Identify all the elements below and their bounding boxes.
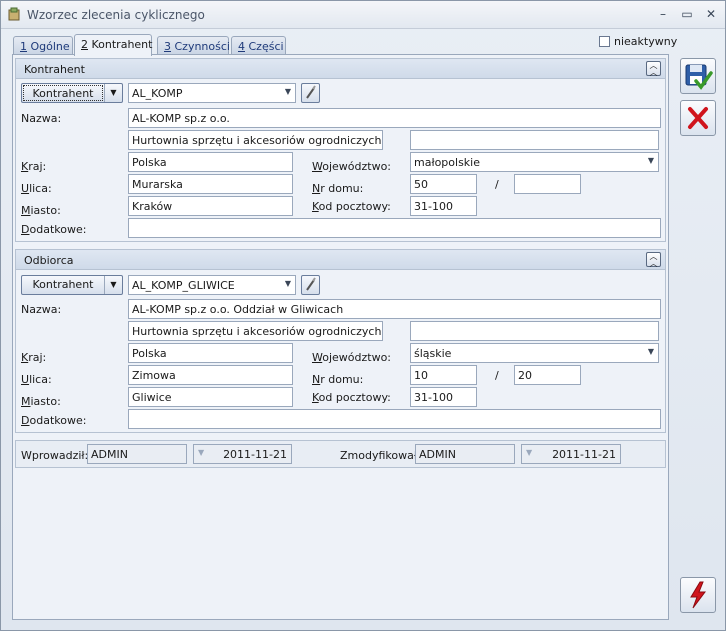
odbiorca-group: Odbiorca ︿ ︿ Kontrahent ▼ AL_KOMP_GLIWICE… <box>15 249 666 433</box>
odbiorca-kraj-field[interactable]: Polska <box>128 343 293 363</box>
nazwa2-field[interactable]: Hurtownia sprzętu i akcesoriów ogrodnicz… <box>128 130 383 150</box>
main-panel: Kontrahent ︿ ︿ Kontrahent ▼ AL_KOMP ▼ Nazw… <box>12 54 669 620</box>
modified-by-label: Zmodyfikował: <box>340 449 421 462</box>
cancel-icon <box>688 107 708 129</box>
kontrahent-select-label[interactable]: Kontrahent <box>23 85 103 101</box>
number-separator: / <box>495 178 499 191</box>
dodatkowe-field[interactable] <box>128 218 661 238</box>
entered-by-field: ADMIN <box>87 444 187 464</box>
tab-czesci[interactable]: 4 Części <box>231 36 286 55</box>
app-icon <box>8 7 20 21</box>
miasto-field[interactable]: Kraków <box>128 196 293 216</box>
entered-by-label: Wprowadził: <box>21 449 89 462</box>
chevron-down-icon: ▼ <box>284 279 291 288</box>
nr-domu-field[interactable]: 50 <box>410 174 477 194</box>
tab-ogolne[interactable]: 1 Ogólne <box>13 36 73 55</box>
odbiorca-select-label[interactable]: Kontrahent <box>23 277 103 293</box>
odbiorca-group-header: Odbiorca ︿ ︿ <box>16 250 665 270</box>
ulica-label: Ulica: <box>21 182 52 195</box>
kod-pocztowy-field[interactable]: 31-100 <box>410 196 477 216</box>
pencil-icon <box>306 277 316 291</box>
dodatkowe-label: Dodatkowe: <box>21 414 87 427</box>
close-button[interactable]: ✕ <box>703 7 719 21</box>
ulica-field[interactable]: Murarska <box>128 174 293 194</box>
tab-czynnosci[interactable]: 3 Czynności <box>157 36 230 55</box>
chevron-down-icon: ▼ <box>526 448 533 457</box>
kontrahent-group-title: Kontrahent <box>24 63 85 76</box>
wojewodztwo-combo[interactable]: małopolskie ▼ <box>410 152 659 172</box>
odbiorca-ulica-field[interactable]: Zimowa <box>128 365 293 385</box>
nazwa3-field[interactable] <box>410 130 659 150</box>
kraj-label: Kraj: <box>21 160 47 173</box>
chevron-down-icon: ▼ <box>198 448 205 457</box>
chevron-down-icon[interactable]: ▼ <box>104 84 122 102</box>
nr-domu-label: Nr domu: <box>312 182 364 195</box>
inactive-label: nieaktywny <box>614 35 678 48</box>
dodatkowe-label: Dodatkowe: <box>21 223 87 236</box>
entered-date-field: ▼ 2011-11-21 <box>193 444 292 464</box>
odbiorca-nazwa1-field[interactable]: AL-KOMP sp.z o.o. Oddział w Gliwicach <box>128 299 661 319</box>
kod-pocztowy-label: Kod pocztowy: <box>312 391 391 404</box>
chevron-down-icon: ▼ <box>284 87 291 96</box>
title-bar: Wzorzec zlecenia cyklicznego – ▭ ✕ <box>1 1 725 29</box>
maximize-button[interactable]: ▭ <box>679 7 695 21</box>
collapse-button[interactable]: ︿ ︿ <box>646 252 661 268</box>
kraj-field[interactable]: Polska <box>128 152 293 172</box>
checkbox-box[interactable] <box>599 36 610 47</box>
window-title: Wzorzec zlecenia cyklicznego <box>27 8 205 22</box>
kod-pocztowy-label: Kod pocztowy: <box>312 200 391 213</box>
chevron-down-icon[interactable]: ▼ <box>104 276 122 294</box>
odbiorca-nazwa3-field[interactable] <box>410 321 659 341</box>
inactive-checkbox[interactable]: nieaktywny <box>599 35 677 48</box>
odbiorca-picker-button[interactable] <box>301 275 320 295</box>
kraj-label: Kraj: <box>21 351 47 364</box>
wojewodztwo-label: Województwo: <box>312 160 392 173</box>
odbiorca-group-title: Odbiorca <box>24 254 74 267</box>
collapse-button[interactable]: ︿ ︿ <box>646 61 661 77</box>
save-button[interactable] <box>680 58 716 94</box>
number-separator: / <box>495 369 499 382</box>
odbiorca-kod-pocztowy-field[interactable]: 31-100 <box>410 387 477 407</box>
chevron-down-icon: ▼ <box>647 347 654 356</box>
modified-by-field: ADMIN <box>415 444 515 464</box>
kontrahent-code-combo[interactable]: AL_KOMP ▼ <box>128 83 296 103</box>
miasto-label: Miasto: <box>21 204 61 217</box>
odbiorca-code-combo[interactable]: AL_KOMP_GLIWICE ▼ <box>128 275 296 295</box>
odbiorca-nazwa2-field[interactable]: Hurtownia sprzętu i akcesoriów ogrodnicz… <box>128 321 383 341</box>
nazwa-label: Nazwa: <box>21 112 62 125</box>
tab-kontrahent[interactable]: 2 Kontrahent <box>74 34 152 56</box>
wojewodztwo-label: Województwo: <box>312 351 392 364</box>
save-icon <box>685 64 713 90</box>
nazwa1-field[interactable]: AL-KOMP sp.z o.o. <box>128 108 661 128</box>
kontrahent-picker-button[interactable] <box>301 83 320 103</box>
chevron-down-icon: ▼ <box>647 156 654 165</box>
miasto-label: Miasto: <box>21 395 61 408</box>
odbiorca-dodatkowe-field[interactable] <box>128 409 661 429</box>
odbiorca-select-button[interactable]: Kontrahent ▼ <box>21 275 123 295</box>
audit-footer: Wprowadził: ADMIN ▼ 2011-11-21 Zmodyfikow… <box>15 440 666 468</box>
minimize-button[interactable]: – <box>655 7 671 21</box>
kontrahent-group-header: Kontrahent ︿ ︿ <box>16 59 665 79</box>
cancel-button[interactable] <box>680 100 716 136</box>
pencil-icon <box>306 85 316 99</box>
kontrahent-group: Kontrahent ︿ ︿ Kontrahent ▼ AL_KOMP ▼ Nazw… <box>15 58 666 242</box>
ulica-label: Ulica: <box>21 373 52 386</box>
window: Wzorzec zlecenia cyklicznego – ▭ ✕ 1 Ogó… <box>0 0 726 631</box>
modified-date-field: ▼ 2011-11-21 <box>521 444 621 464</box>
action-button[interactable] <box>680 577 716 613</box>
kontrahent-select-button[interactable]: Kontrahent ▼ <box>21 83 123 103</box>
lightning-icon <box>690 581 706 609</box>
odbiorca-miasto-field[interactable]: Gliwice <box>128 387 293 407</box>
nr-domu-label: Nr domu: <box>312 373 364 386</box>
nazwa-label: Nazwa: <box>21 303 62 316</box>
odbiorca-wojewodztwo-combo[interactable]: śląskie ▼ <box>410 343 659 363</box>
nr-lokalu-field[interactable] <box>514 174 581 194</box>
odbiorca-nr-domu-field[interactable]: 10 <box>410 365 477 385</box>
odbiorca-nr-lokalu-field[interactable]: 20 <box>514 365 581 385</box>
